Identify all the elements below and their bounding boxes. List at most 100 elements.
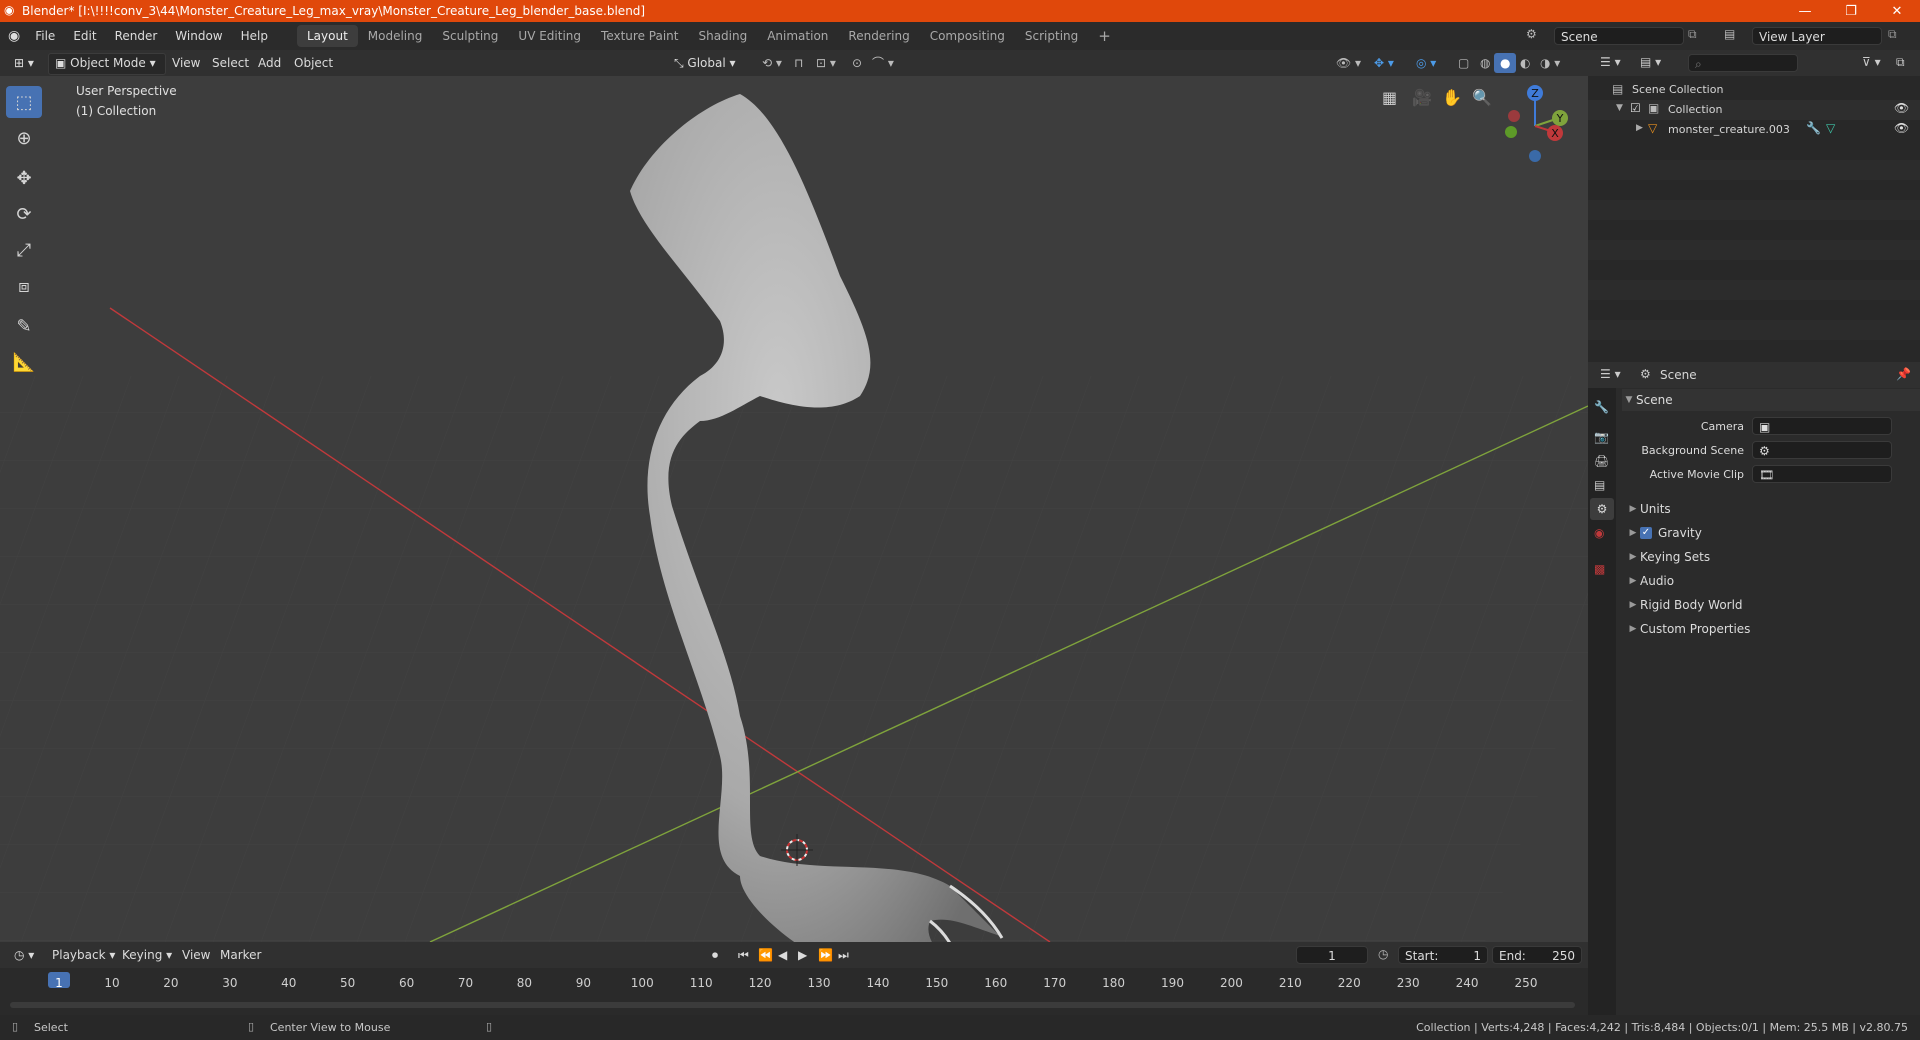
viewport-menu-select[interactable]: Select — [206, 53, 255, 73]
texture-props-tab-icon[interactable]: ▩ — [1594, 562, 1605, 576]
render-props-tab-icon[interactable]: 📷 — [1594, 430, 1609, 444]
view-layer-selector[interactable]: View Layer — [1752, 27, 1882, 45]
outliner-editor-type-icon[interactable]: ☰ ▾ — [1600, 55, 1621, 69]
scene-panel-header[interactable]: ▼ Scene — [1622, 389, 1920, 411]
blender-menu-icon[interactable]: ◉ — [8, 28, 20, 44]
timeline-menu-view[interactable]: View — [176, 945, 216, 965]
outliner-search-input[interactable]: ⌕ — [1688, 54, 1798, 72]
view-layer-props-tab-icon[interactable]: ▤ — [1594, 478, 1605, 492]
new-view-layer-icon[interactable]: ⧉ — [1888, 27, 1897, 42]
record-icon[interactable]: ⏺ — [706, 945, 724, 965]
snap-icon[interactable]: ⊓ — [788, 53, 809, 73]
scene-props-tab-icon[interactable]: ⚙ — [1590, 498, 1614, 520]
preview-range-clock-icon[interactable]: ◷ — [1378, 947, 1388, 961]
navigation-gizmo[interactable]: Z Y X — [1505, 85, 1568, 162]
timeline-editor-type-icon[interactable]: ◷ ▾ — [8, 945, 40, 965]
gravity-checkbox[interactable]: ✓ — [1640, 527, 1652, 539]
rotate-tool-icon[interactable]: ⟳ — [6, 198, 42, 230]
timeline-menu-keying[interactable]: Keying ▾ — [116, 945, 178, 965]
tab-compositing[interactable]: Compositing — [920, 25, 1015, 47]
new-scene-icon[interactable]: ⧉ — [1688, 27, 1697, 42]
snap-target-icon[interactable]: ⊡ ▾ — [810, 53, 842, 73]
background-scene-field[interactable]: ⚙ — [1752, 441, 1892, 459]
tab-animation[interactable]: Animation — [757, 25, 838, 47]
tab-uv-editing[interactable]: UV Editing — [508, 25, 591, 47]
menu-edit[interactable]: Edit — [64, 29, 105, 43]
properties-editor-type-icon[interactable]: ☰ ▾ — [1600, 367, 1621, 381]
pan-view-hand-icon[interactable]: ✋ — [1442, 88, 1462, 107]
display-mode-icon[interactable]: ▤ ▾ — [1640, 55, 1661, 69]
timeline-menu-marker[interactable]: Marker — [214, 945, 267, 965]
units-panel-header[interactable]: ▶ Units — [1626, 498, 1920, 520]
modifier-wrench-icon[interactable]: 🔧 — [1806, 121, 1821, 135]
play-reverse-icon[interactable]: ◀ — [772, 945, 793, 965]
camera-view-icon[interactable]: 🎥 — [1412, 88, 1432, 107]
zoom-view-icon[interactable]: 🔍 — [1472, 88, 1492, 107]
expand-object-icon[interactable]: ▶ — [1636, 123, 1643, 133]
keying-sets-panel-header[interactable]: ▶ Keying Sets — [1626, 546, 1920, 568]
outliner-row-object[interactable]: ▶ ▽ monster_creature.003 🔧 ▽ 👁 — [1588, 120, 1920, 140]
active-movie-clip-field[interactable]: 🎞 — [1752, 465, 1892, 483]
outliner-row-collection[interactable]: ▼ ☑ ▣ Collection 👁 — [1588, 100, 1920, 120]
mesh-data-icon[interactable]: ▽ — [1826, 121, 1835, 135]
play-icon[interactable]: ▶ — [792, 945, 813, 965]
cursor-tool-icon[interactable]: ⊕ — [6, 122, 42, 154]
mode-selector[interactable]: ▣ Object Mode ▾ — [48, 53, 166, 75]
rigid-body-world-panel-header[interactable]: ▶ Rigid Body World — [1626, 594, 1920, 616]
tab-scripting[interactable]: Scripting — [1015, 25, 1088, 47]
close-button[interactable]: ✕ — [1874, 0, 1920, 22]
tab-texture-paint[interactable]: Texture Paint — [591, 25, 688, 47]
timeline-scrollbar[interactable] — [10, 1002, 1575, 1008]
overlay-toggle-icon[interactable]: ◎ ▾ — [1410, 53, 1442, 73]
pivot-point-icon[interactable]: ⟲ ▾ — [756, 53, 788, 73]
rendered-shading-icon[interactable]: ◑ ▾ — [1534, 53, 1566, 73]
tab-rendering[interactable]: Rendering — [838, 25, 919, 47]
menu-render[interactable]: Render — [106, 29, 167, 43]
pin-icon[interactable]: 📌 — [1896, 367, 1911, 381]
object-visibility-eye-icon[interactable]: 👁 — [1894, 121, 1909, 135]
output-props-tab-icon[interactable]: 🖨 — [1594, 454, 1609, 468]
gravity-panel-header[interactable]: ▶ ✓ Gravity — [1626, 522, 1920, 544]
maximize-button[interactable]: ❐ — [1828, 0, 1874, 22]
tab-layout[interactable]: Layout — [296, 25, 358, 47]
collection-visibility-eye-icon[interactable]: 👁 — [1894, 101, 1909, 115]
custom-properties-panel-header[interactable]: ▶ Custom Properties — [1626, 618, 1920, 640]
tab-modeling[interactable]: Modeling — [358, 25, 433, 47]
move-tool-icon[interactable]: ✥ — [6, 162, 42, 194]
measure-tool-icon[interactable]: 📐 — [6, 346, 42, 378]
tab-shading[interactable]: Shading — [688, 25, 757, 47]
visibility-icon[interactable]: 👁 ▾ — [1330, 53, 1367, 73]
filter-icon[interactable]: ⊽ ▾ — [1862, 55, 1881, 69]
toggle-view-grid-icon[interactable]: ▦ — [1382, 88, 1397, 107]
end-frame-field[interactable]: End: 250 — [1492, 946, 1582, 964]
minimize-button[interactable]: — — [1782, 0, 1828, 22]
viewport-menu-view[interactable]: View — [166, 53, 206, 73]
falloff-icon[interactable]: ⌒ ▾ — [866, 53, 900, 73]
menu-window[interactable]: Window — [166, 29, 231, 43]
expand-collection-icon[interactable]: ▼ — [1616, 103, 1623, 113]
xray-toggle-icon[interactable]: ▢ — [1452, 53, 1475, 73]
start-frame-field[interactable]: Start: 1 — [1398, 946, 1488, 964]
3d-viewport[interactable]: Z Y X User Perspective (1) Collection ▦ … — [0, 76, 1588, 942]
camera-field[interactable]: ▣ — [1752, 417, 1892, 435]
outliner-row-scene-collection[interactable]: ▤ Scene Collection — [1588, 80, 1920, 100]
viewport-menu-add[interactable]: Add — [252, 53, 287, 73]
jump-end-icon[interactable]: ⏭ — [832, 945, 855, 965]
viewport-menu-object[interactable]: Object — [288, 53, 339, 73]
timeline-menu-playback[interactable]: Playback ▾ — [46, 945, 121, 965]
world-props-tab-icon[interactable]: ◉ — [1594, 526, 1604, 540]
orientation-selector[interactable]: ⤡ Global ▾ — [668, 53, 742, 73]
menu-file[interactable]: File — [26, 29, 64, 43]
scene-selector[interactable]: Scene — [1554, 27, 1684, 45]
editor-type-icon[interactable]: ⊞ ▾ — [8, 53, 40, 73]
new-collection-icon[interactable]: ⧉ — [1896, 55, 1905, 70]
select-box-tool-icon[interactable]: ⬚ — [6, 86, 42, 118]
annotate-tool-icon[interactable]: ✎ — [6, 310, 42, 342]
audio-panel-header[interactable]: ▶ Audio — [1626, 570, 1920, 592]
menu-help[interactable]: Help — [232, 29, 277, 43]
proportional-edit-icon[interactable]: ⊙ — [846, 53, 868, 73]
add-workspace-button[interactable]: + — [1088, 25, 1121, 47]
timeline-frame-ruler[interactable]: 1 10 20 30 40 50 60 70 80 90 100 110 120 130 140 150 160… — [0, 968, 1588, 998]
tab-sculpting[interactable]: Sculpting — [432, 25, 508, 47]
tool-props-tab-icon[interactable]: 🔧 — [1594, 400, 1609, 414]
